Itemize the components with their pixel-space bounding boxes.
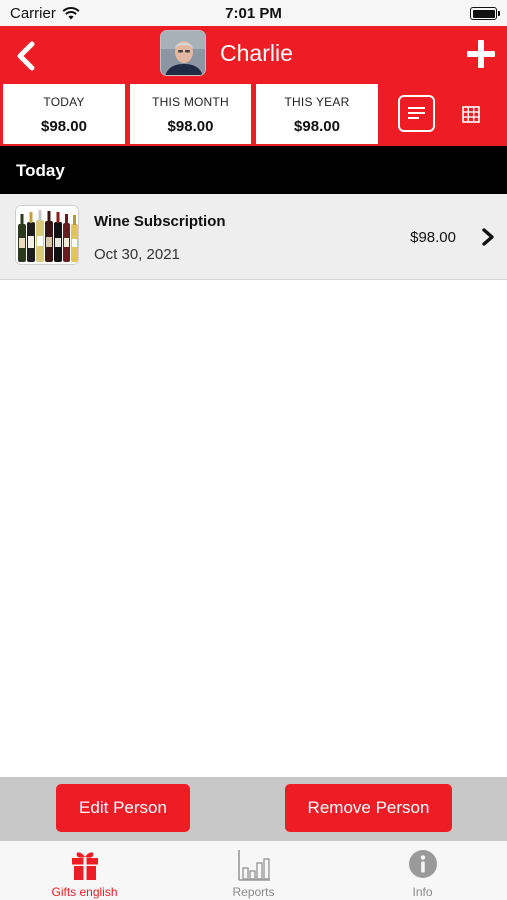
info-icon — [408, 850, 437, 878]
chevron-right-icon — [482, 228, 494, 246]
summary-month-card: THIS MONTH $98.00 — [130, 84, 251, 144]
edit-person-button[interactable]: Edit Person — [56, 784, 190, 832]
summary-today-card: TODAY $98.00 — [3, 84, 125, 144]
tab-info[interactable]: Info — [338, 841, 507, 900]
summary-today-value: $98.00 — [41, 118, 87, 135]
summary-year-label: THIS YEAR — [284, 95, 350, 109]
status-bar: Carrier 7:01 PM — [0, 0, 507, 26]
person-name: Charlie — [220, 40, 293, 66]
status-time: 7:01 PM — [225, 5, 282, 22]
back-chevron-icon[interactable] — [12, 38, 42, 74]
gift-name: Wine Subscription — [94, 213, 226, 230]
list-view-icon[interactable] — [398, 95, 435, 132]
tab-gifts[interactable]: Gifts english — [0, 841, 169, 900]
summary-month-label: THIS MONTH — [152, 95, 229, 109]
action-bar: Edit Person Remove Person — [0, 777, 507, 841]
tab-bar: Gifts english Reports Info — [0, 841, 507, 900]
section-title: Today — [16, 161, 65, 180]
person-photo-icon — [161, 31, 205, 75]
person-avatar — [160, 30, 206, 76]
add-gift-plus-icon[interactable] — [467, 40, 495, 68]
gift-icon — [71, 852, 98, 880]
summary-month-value: $98.00 — [167, 118, 214, 135]
tab-reports-label: Reports — [232, 885, 275, 899]
tab-gifts-label: Gifts english — [51, 885, 118, 899]
wine-bottles-icon — [16, 206, 78, 264]
gift-date: Oct 30, 2021 — [94, 246, 180, 263]
remove-person-button[interactable]: Remove Person — [285, 784, 452, 832]
gift-list-item[interactable]: Wine Subscription Oct 30, 2021 $98.00 — [0, 194, 507, 280]
section-header: Today — [0, 146, 507, 194]
summary-year-card: THIS YEAR $98.00 — [256, 84, 378, 144]
gift-price: $98.00 — [410, 229, 456, 246]
summary-today-label: TODAY — [43, 95, 85, 109]
bar-chart-icon — [237, 850, 270, 881]
grid-view-icon[interactable] — [462, 106, 480, 123]
wine-bottles-thumbnail — [15, 205, 79, 265]
person-header: Charlie TODAY $98.00 THIS MONTH $98.00 T… — [0, 26, 507, 146]
summary-year-value: $98.00 — [294, 118, 340, 135]
tab-info-label: Info — [412, 885, 433, 899]
battery-icon — [470, 7, 500, 20]
tab-reports[interactable]: Reports — [169, 841, 338, 900]
